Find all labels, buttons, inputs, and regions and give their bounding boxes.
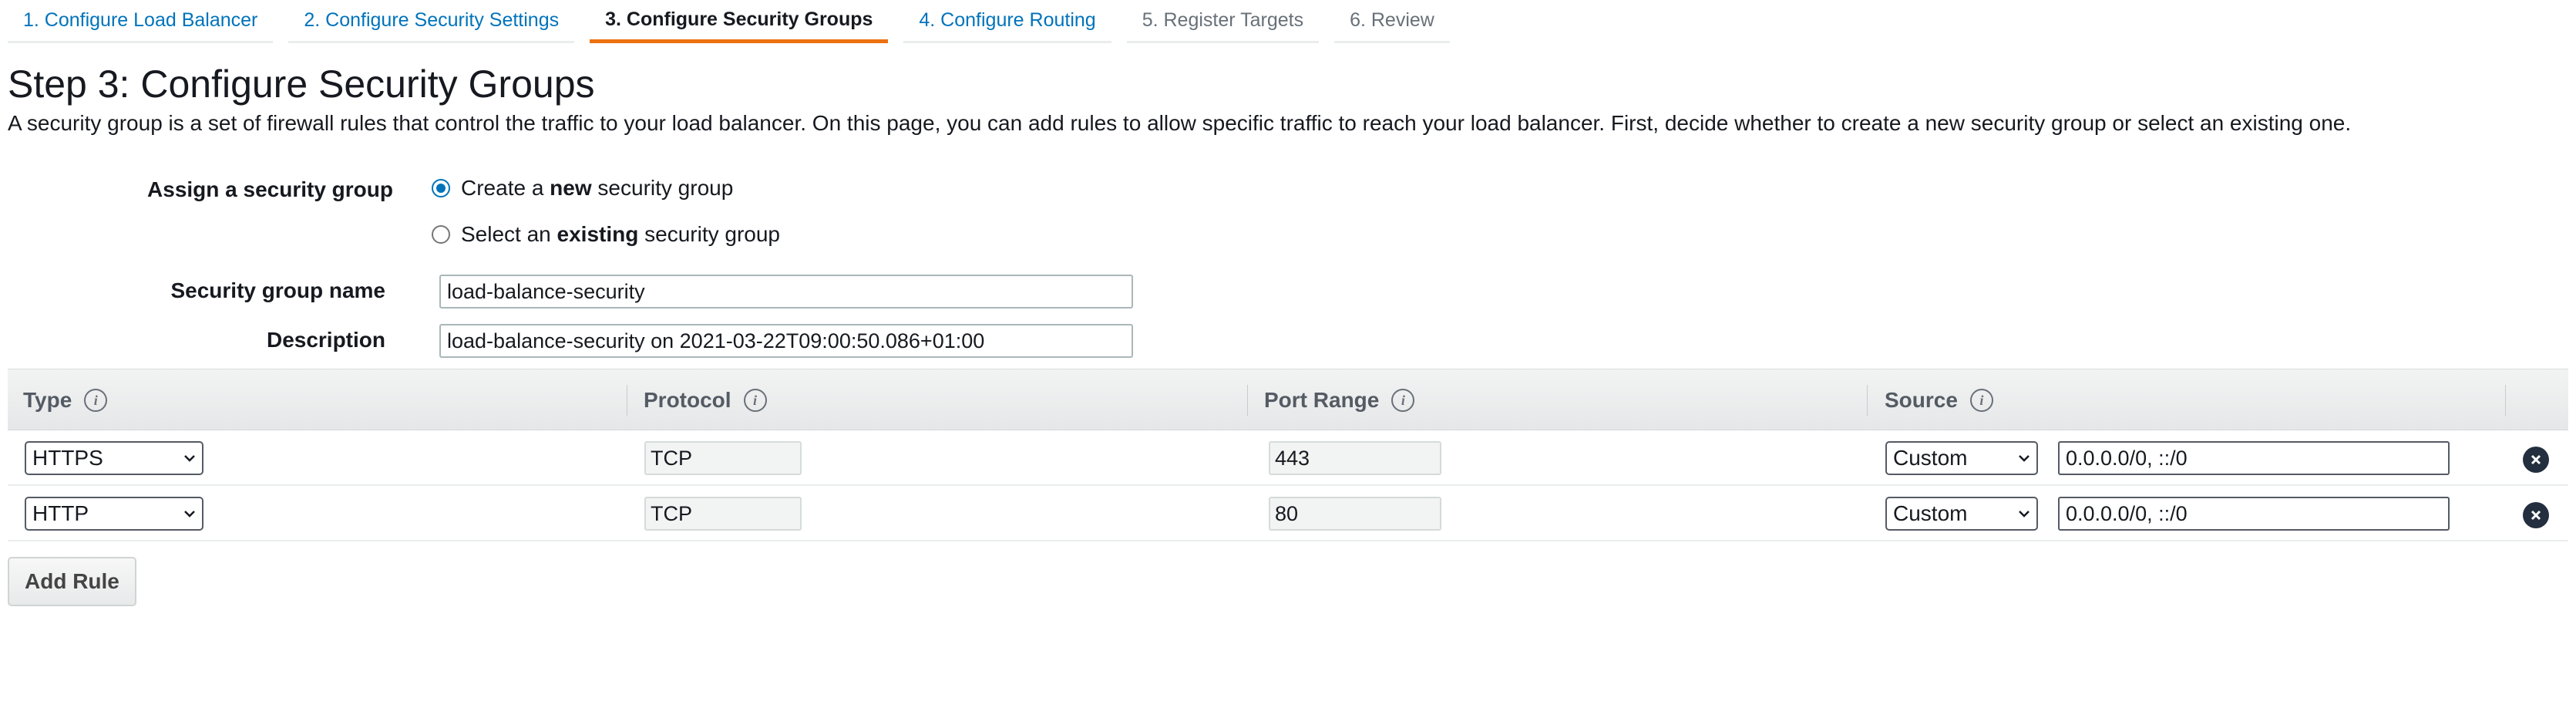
info-icon[interactable]: i [1391, 389, 1415, 412]
table-row: HTTP TCP 80 Custom 0.0.0.0/0, ::/0 [8, 486, 2568, 541]
column-divider [2505, 385, 2506, 416]
tab-register-targets: 5. Register Targets [1126, 0, 1320, 43]
tab-review: 6. Review [1334, 0, 1450, 43]
info-icon[interactable]: i [1969, 389, 1993, 412]
security-group-name-label: Security group name [170, 278, 385, 302]
tab-configure-security-settings[interactable]: 2. Configure Security Settings [288, 0, 575, 43]
chevron-down-icon [184, 455, 195, 462]
source-type-select[interactable]: Custom [1885, 497, 2038, 531]
security-group-name-input[interactable]: load-balance-security [439, 275, 1133, 309]
close-icon [2531, 510, 2541, 521]
column-header-protocol: Protocol i [628, 369, 767, 431]
protocol-field: TCP [644, 441, 802, 475]
radio-button-unchecked[interactable] [432, 225, 450, 244]
description-label: Description [266, 328, 385, 352]
close-icon [2531, 454, 2541, 465]
info-icon[interactable]: i [84, 389, 108, 412]
source-type-select[interactable]: Custom [1885, 441, 2038, 475]
wizard-tabs: 1. Configure Load Balancer 2. Configure … [8, 0, 1465, 48]
column-divider [1247, 385, 1248, 416]
radio-button-checked[interactable] [432, 179, 450, 197]
type-select[interactable]: HTTPS [25, 441, 203, 475]
port-range-field: 443 [1269, 441, 1441, 475]
table-row: HTTPS TCP 443 Custom 0.0.0.0/0, ::/0 [8, 430, 2568, 486]
chevron-down-icon [184, 511, 195, 518]
source-cidr-input[interactable]: 0.0.0.0/0, ::/0 [2058, 497, 2450, 531]
column-header-port-range: Port Range i [1249, 369, 1415, 431]
radio-select-existing-security-group[interactable]: Select an existing security group [432, 222, 780, 247]
radio-label-create-new: Create a new security group [461, 176, 734, 200]
column-divider [1867, 385, 1868, 416]
radio-create-new-security-group[interactable]: Create a new security group [432, 176, 733, 201]
type-select[interactable]: HTTP [25, 497, 203, 531]
column-header-source: Source i [1869, 369, 1993, 431]
chevron-down-icon [2019, 455, 2030, 462]
column-header-type: Type i [8, 369, 108, 431]
radio-label-select-existing: Select an existing security group [461, 222, 780, 246]
remove-icon[interactable] [2523, 447, 2549, 473]
security-rules-table: Type i Protocol i Port Range i Source i … [8, 369, 2568, 541]
protocol-field: TCP [644, 497, 802, 531]
tab-configure-load-balancer[interactable]: 1. Configure Load Balancer [8, 0, 274, 43]
source-cidr-input[interactable]: 0.0.0.0/0, ::/0 [2058, 441, 2450, 475]
description-input[interactable]: load-balance-security on 2021-03-22T09:0… [439, 324, 1133, 358]
info-icon[interactable]: i [743, 389, 767, 412]
add-rule-button[interactable]: Add Rule [8, 557, 136, 606]
page-title: Step 3: Configure Security Groups [8, 62, 595, 106]
page-description: A security group is a set of firewall ru… [8, 111, 2352, 135]
tab-configure-security-groups[interactable]: 3. Configure Security Groups [590, 0, 889, 43]
table-header: Type i Protocol i Port Range i Source i [8, 369, 2568, 430]
port-range-field: 80 [1269, 497, 1441, 531]
remove-icon[interactable] [2523, 502, 2549, 528]
tab-configure-routing[interactable]: 4. Configure Routing [903, 0, 1111, 43]
chevron-down-icon [2019, 511, 2030, 518]
assign-security-group-label: Assign a security group [147, 177, 393, 201]
